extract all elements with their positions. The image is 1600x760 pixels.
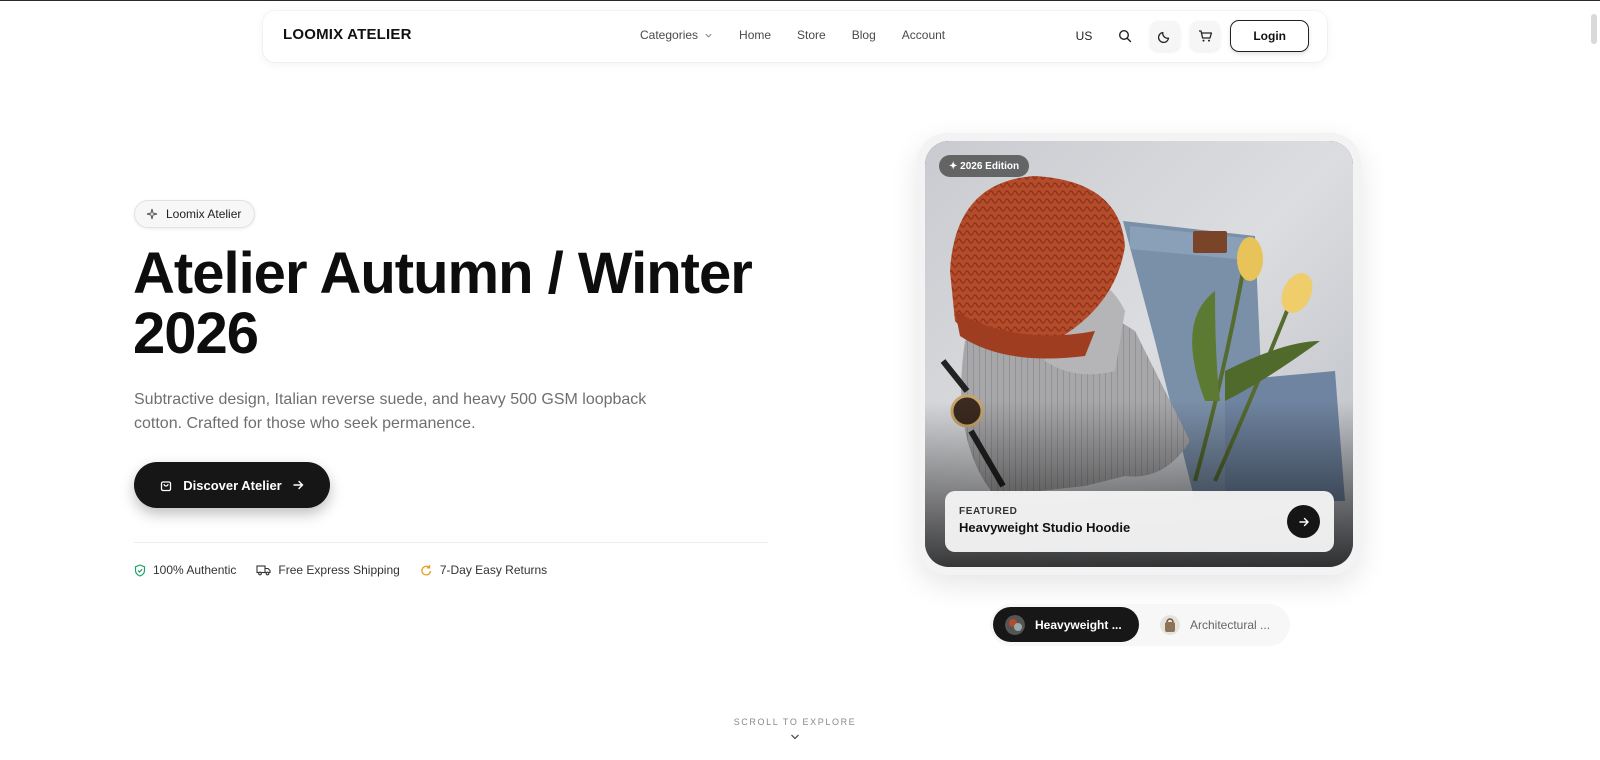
- brand-badge-label: Loomix Atelier: [166, 207, 242, 221]
- nav-categories-label: Categories: [640, 28, 699, 42]
- nav-home[interactable]: Home: [739, 28, 771, 42]
- discover-atelier-button[interactable]: Discover Atelier: [134, 462, 330, 508]
- arrow-right-icon: [293, 480, 304, 490]
- carousel-thumb-image: [1160, 614, 1180, 635]
- featured-label: FEATURED: [959, 506, 1018, 517]
- hero-divider: [134, 542, 768, 543]
- cart-button[interactable]: [1190, 21, 1221, 51]
- discover-atelier-label: Discover Atelier: [183, 477, 282, 493]
- product-carousel: Heavyweight ... Architectural ...: [990, 604, 1290, 646]
- brand-logo[interactable]: LOOMIX ATELIER: [283, 26, 412, 43]
- nav-links: Categories Home Store Blog Account: [640, 28, 945, 42]
- scrollbar-thumb[interactable]: [1591, 14, 1597, 44]
- hero-title-line2: 2026: [133, 301, 259, 366]
- shopping-bag-icon: [161, 481, 172, 492]
- feature-returns-label: 7-Day Easy Returns: [439, 563, 548, 577]
- feature-returns: 7-Day Easy Returns: [420, 563, 547, 577]
- carousel-item-heavyweight[interactable]: Heavyweight ...: [993, 607, 1139, 642]
- feature-shipping: Free Express Shipping: [256, 563, 400, 577]
- top-navbar: LOOMIX ATELIER Categories Home Store Blo…: [263, 11, 1327, 62]
- theme-toggle-button[interactable]: [1150, 21, 1181, 51]
- chevron-down-icon: [705, 33, 712, 38]
- hero-title-line1: Atelier Autumn / Winter: [133, 241, 753, 306]
- search-icon: [1119, 29, 1132, 43]
- carousel-item-label: Architectural ...: [1190, 617, 1271, 632]
- nav-actions: US Login: [1076, 20, 1309, 52]
- search-button[interactable]: [1110, 21, 1140, 51]
- featured-product-name: Heavyweight Studio Hoodie: [959, 520, 1131, 535]
- arrow-right-icon: [1298, 517, 1309, 526]
- refresh-icon: [421, 564, 431, 576]
- featured-product-panel[interactable]: FEATURED Heavyweight Studio Hoodie: [945, 491, 1334, 552]
- featured-arrow-button[interactable]: [1287, 505, 1320, 538]
- sparkle-icon: [146, 208, 158, 220]
- carousel-thumb-image: [1005, 614, 1025, 635]
- login-button[interactable]: Login: [1230, 20, 1309, 52]
- shield-check-icon: [134, 563, 146, 577]
- truck-icon: [256, 565, 271, 576]
- scroll-hint[interactable]: SCROLL TO EXPLORE: [700, 717, 890, 727]
- nav-store[interactable]: Store: [797, 28, 826, 42]
- brand-badge: Loomix Atelier: [134, 200, 256, 228]
- feature-authentic: 100% Authentic: [134, 563, 236, 577]
- featured-card-inner: ✦ 2026 Edition FEATURED Heavyweight Stud…: [925, 141, 1353, 567]
- moon-icon: [1158, 31, 1170, 43]
- feature-shipping-label: Free Express Shipping: [278, 563, 400, 577]
- nav-blog[interactable]: Blog: [852, 28, 876, 42]
- hero-title: Atelier Autumn / Winter 2026: [133, 244, 813, 364]
- carousel-item-architectural[interactable]: Architectural ...: [1148, 607, 1288, 642]
- hero-description: Subtractive design, Italian reverse sued…: [134, 391, 647, 432]
- nav-account[interactable]: Account: [902, 28, 945, 42]
- feature-authentic-label: 100% Authentic: [153, 563, 237, 577]
- locale-selector[interactable]: US: [1076, 29, 1093, 43]
- cart-icon: [1198, 30, 1212, 42]
- nav-categories[interactable]: Categories: [640, 28, 713, 42]
- edition-tag: ✦ 2026 Edition: [939, 155, 1030, 177]
- top-border: [0, 0, 1600, 1]
- carousel-item-label: Heavyweight ...: [1035, 617, 1122, 632]
- chevron-down-icon[interactable]: [790, 733, 800, 741]
- feature-list: 100% Authentic Free Express Shipping 7-D…: [134, 563, 547, 577]
- featured-card[interactable]: ✦ 2026 Edition FEATURED Heavyweight Stud…: [917, 133, 1361, 575]
